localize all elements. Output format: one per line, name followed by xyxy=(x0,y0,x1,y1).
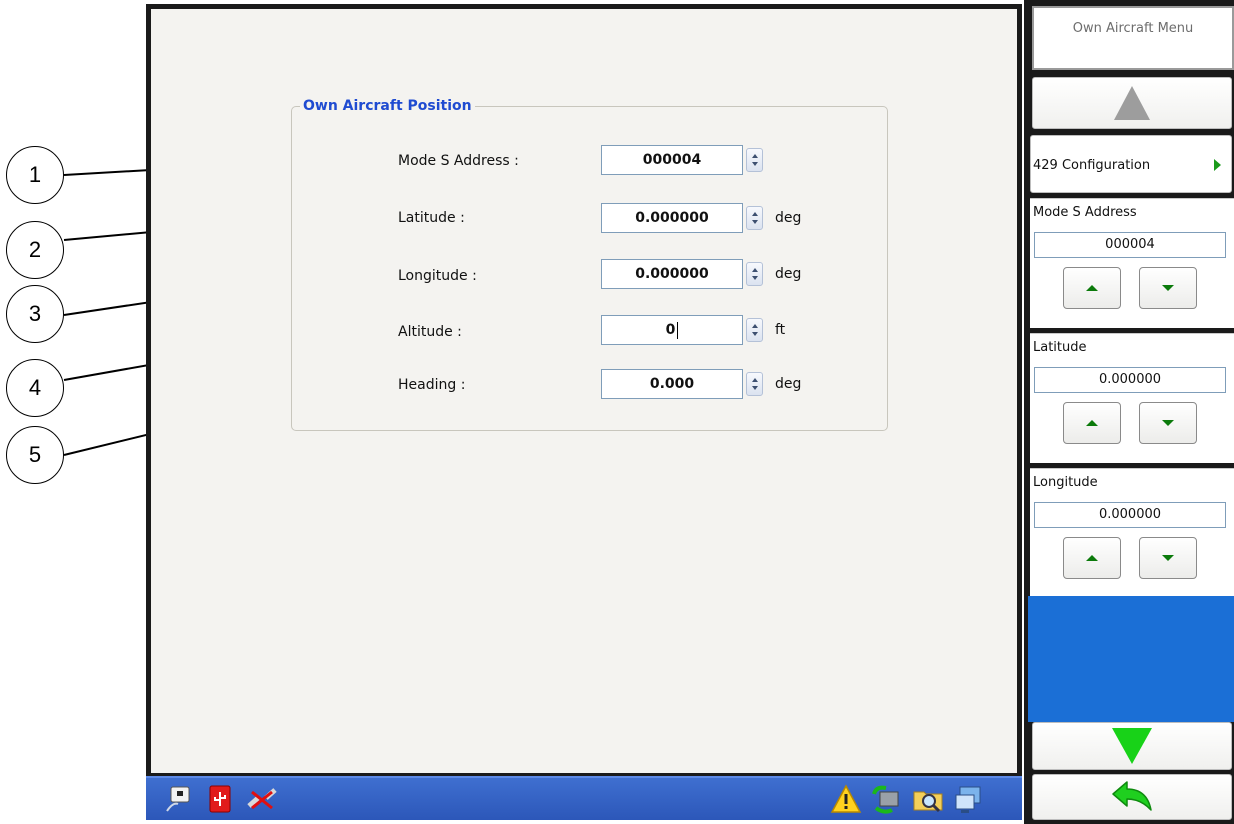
altitude-field[interactable]: 0 xyxy=(601,315,743,345)
own-aircraft-menu: Own Aircraft Menu 429 Configuration Mode… xyxy=(1024,0,1234,824)
arrow-up-icon xyxy=(1086,555,1098,561)
arrow-up-icon xyxy=(1086,285,1098,291)
chevron-right-icon xyxy=(1214,159,1221,171)
latitude-unit: deg xyxy=(775,210,802,226)
decrement-button[interactable] xyxy=(1139,402,1197,444)
increment-button[interactable] xyxy=(1063,537,1121,579)
param-label: Mode S Address xyxy=(1033,205,1137,220)
longitude-param: Longitude 0.000000 xyxy=(1030,468,1234,596)
network-icon[interactable] xyxy=(162,783,194,815)
main-pane: Own Aircraft Position Mode S Address : 0… xyxy=(151,9,1017,773)
scroll-down-button[interactable] xyxy=(1032,722,1232,770)
decrement-button[interactable] xyxy=(1139,537,1197,579)
remote-display-icon[interactable] xyxy=(952,783,984,815)
back-button[interactable] xyxy=(1032,774,1232,820)
disconnected-cable-icon[interactable] xyxy=(246,783,278,815)
increment-button[interactable] xyxy=(1063,402,1121,444)
heading-field[interactable]: 0.000 xyxy=(601,369,743,399)
429-configuration-button[interactable]: 429 Configuration xyxy=(1030,135,1232,193)
arrow-down-icon xyxy=(1162,285,1174,291)
increment-button[interactable] xyxy=(1063,267,1121,309)
heading-label: Heading : xyxy=(398,377,466,393)
own-aircraft-position-group: Own Aircraft Position Mode S Address : 0… xyxy=(291,98,888,431)
altitude-value: 0 xyxy=(665,322,676,338)
latitude-label: Latitude : xyxy=(398,210,465,226)
back-arrow-icon xyxy=(1112,781,1152,811)
usb-icon[interactable] xyxy=(204,783,236,815)
arrow-up-icon xyxy=(1086,420,1098,426)
callout-4: 4 xyxy=(6,359,64,417)
menu-background xyxy=(1028,596,1234,722)
folder-search-icon[interactable] xyxy=(912,783,944,815)
heading-spinner[interactable] xyxy=(746,372,763,396)
warning-icon[interactable] xyxy=(830,783,862,815)
arrow-down-icon xyxy=(1162,555,1174,561)
device-screen: Own Aircraft Position Mode S Address : 0… xyxy=(146,4,1022,820)
mode-s-address-label: Mode S Address : xyxy=(398,153,519,169)
param-value[interactable]: 000004 xyxy=(1034,232,1226,258)
decrement-button[interactable] xyxy=(1139,267,1197,309)
longitude-unit: deg xyxy=(775,266,802,282)
callout-1: 1 xyxy=(6,146,64,204)
group-title: Own Aircraft Position xyxy=(300,98,475,114)
callout-2: 2 xyxy=(6,221,64,279)
mode-s-address-param: Mode S Address 000004 xyxy=(1030,198,1234,328)
latitude-param: Latitude 0.000000 xyxy=(1030,333,1234,463)
param-value[interactable]: 0.000000 xyxy=(1034,367,1226,393)
menu-title: Own Aircraft Menu xyxy=(1032,6,1234,70)
triangle-up-icon xyxy=(1114,86,1150,120)
param-label: Latitude xyxy=(1033,340,1087,355)
param-value[interactable]: 0.000000 xyxy=(1034,502,1226,528)
altitude-unit: ft xyxy=(775,322,786,338)
mode-s-address-spinner[interactable] xyxy=(746,148,763,172)
latitude-field[interactable]: 0.000000 xyxy=(601,203,743,233)
429-configuration-label: 429 Configuration xyxy=(1033,158,1151,173)
scroll-up-button[interactable] xyxy=(1032,77,1232,129)
altitude-spinner[interactable] xyxy=(746,318,763,342)
text-caret xyxy=(677,321,679,339)
param-label: Longitude xyxy=(1033,475,1098,490)
sync-icon[interactable] xyxy=(870,783,902,815)
mode-s-address-field[interactable]: 000004 xyxy=(601,145,743,175)
callout-5: 5 xyxy=(6,426,64,484)
callout-3: 3 xyxy=(6,285,64,343)
longitude-spinner[interactable] xyxy=(746,262,763,286)
heading-unit: deg xyxy=(775,376,802,392)
latitude-spinner[interactable] xyxy=(746,206,763,230)
taskbar xyxy=(146,776,1022,820)
longitude-field[interactable]: 0.000000 xyxy=(601,259,743,289)
triangle-down-icon xyxy=(1112,728,1152,764)
altitude-label: Altitude : xyxy=(398,324,462,340)
arrow-down-icon xyxy=(1162,420,1174,426)
longitude-label: Longitude : xyxy=(398,268,477,284)
